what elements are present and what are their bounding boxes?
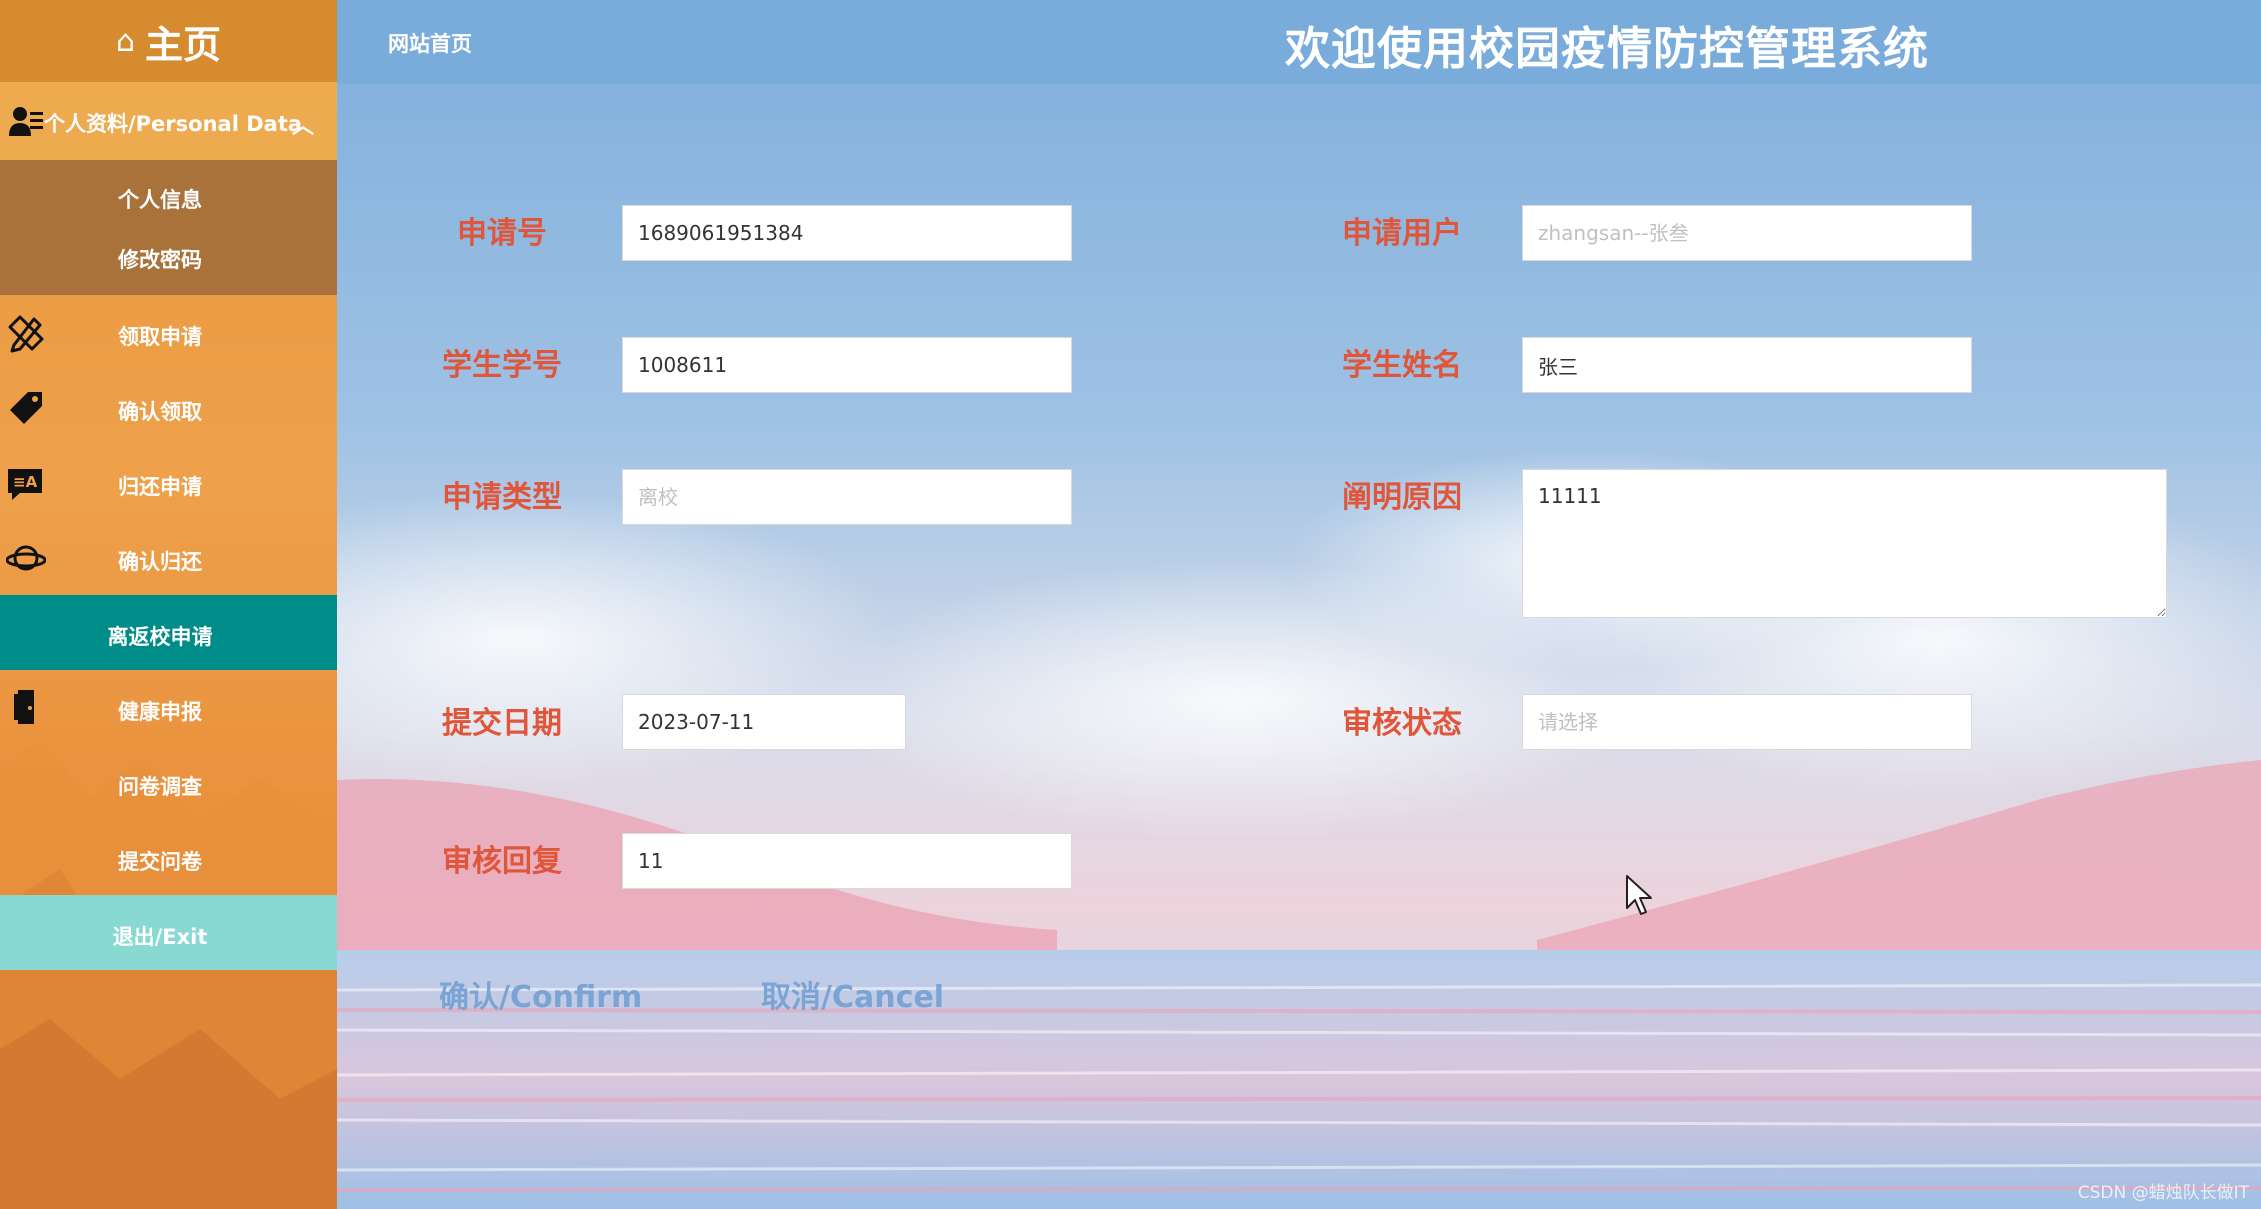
student-name-label: 学生姓名 (1342, 348, 1462, 383)
id-card-icon (9, 107, 43, 136)
review-reply-input[interactable] (622, 833, 1072, 889)
sidebar-home-label: 主页 (145, 22, 222, 67)
applicant-label: 申请用户 (1342, 216, 1462, 251)
sidebar-item-pickup-apply[interactable]: 领取申请 (0, 295, 337, 370)
cancel-button[interactable]: 取消/Cancel (761, 972, 944, 1016)
sidebar-personal-data[interactable]: 个人资料/Personal Data ︿ (0, 82, 337, 160)
review-reply-label: 审核回复 (442, 844, 562, 879)
sidebar-item-label: 离返校申请 (107, 625, 213, 649)
review-status-label: 审核状态 (1342, 706, 1462, 741)
student-id-label: 学生学号 (442, 348, 562, 383)
student-id-input[interactable] (622, 337, 1072, 393)
sidebar-item-label: 归还申请 (118, 475, 202, 499)
sidebar-item-label: 领取申请 (118, 325, 202, 349)
apply-type-label: 申请类型 (442, 480, 562, 515)
sidebar-home[interactable]: ⌂ 主页 (0, 0, 337, 82)
sidebar-item-label: 问卷调查 (118, 775, 202, 799)
reason-label: 阐明原因 (1342, 480, 1462, 515)
sidebar-item-submit-questionnaire[interactable]: 提交问卷 (0, 820, 337, 895)
sidebar-item-leave-return-apply[interactable]: 离返校申请 (0, 595, 337, 670)
sidebar-item-return-apply[interactable]: ≡A 归还申请 (0, 445, 337, 520)
sidebar-item-questionnaire[interactable]: 问卷调查 (0, 745, 337, 820)
sidebar-item-label: 退出/Exit (112, 925, 208, 949)
sidebar-item-health-report[interactable]: 健康申报 (0, 670, 337, 745)
nav-home-link[interactable]: 网站首页 (388, 28, 472, 58)
apply-type-select[interactable] (622, 469, 1072, 525)
sidebar-item-label: 提交问卷 (118, 850, 202, 874)
application-no-label: 申请号 (457, 216, 547, 251)
watermark: CSDN @蜡烛队长做IT (2077, 1183, 2249, 1203)
applicant-input[interactable] (1522, 205, 1972, 261)
application-no-input[interactable] (622, 205, 1072, 261)
sidebar-item-confirm-pickup[interactable]: 确认领取 (0, 370, 337, 445)
page-title: 欢迎使用校园疫情防控管理系统 (1285, 22, 1930, 75)
sidebar-personal-submenu: 个人信息 修改密码 (0, 160, 337, 295)
mouse-pointer-icon (1626, 875, 1652, 915)
sidebar-item-change-password[interactable]: 修改密码 (0, 244, 320, 274)
top-header-bar: 网站首页 欢迎使用校园疫情防控管理系统 (337, 0, 2261, 84)
student-name-input[interactable] (1522, 337, 1972, 393)
sidebar-item-label: 确认领取 (118, 400, 202, 424)
chevron-up-icon: ︿ (292, 114, 315, 139)
reason-textarea[interactable]: 11111 (1522, 469, 2167, 618)
sidebar-item-label: 健康申报 (118, 700, 202, 724)
main-content: 网站首页 欢迎使用校园疫情防控管理系统 申请号 学生学号 申请类型 提交日期 审… (337, 0, 2261, 1209)
review-status-select[interactable] (1522, 694, 1972, 750)
submit-date-input[interactable] (622, 694, 906, 750)
home-outline-icon: ⌂ (115, 23, 136, 59)
confirm-button[interactable]: 确认/Confirm (439, 972, 642, 1016)
sidebar-personal-label: 个人资料/Personal Data (44, 112, 303, 136)
sidebar-item-confirm-return[interactable]: 确认归还 (0, 520, 337, 595)
sidebar-item-label: 确认归还 (118, 550, 202, 574)
sidebar-item-exit[interactable]: 退出/Exit (0, 895, 337, 970)
sidebar-item-personal-info[interactable]: 个人信息 (0, 184, 320, 214)
sidebar: ⌂ 主页 个人资料/Personal Data ︿ 个人信息 修改密码 领取申请 (0, 0, 337, 1209)
submit-date-label: 提交日期 (442, 706, 562, 741)
